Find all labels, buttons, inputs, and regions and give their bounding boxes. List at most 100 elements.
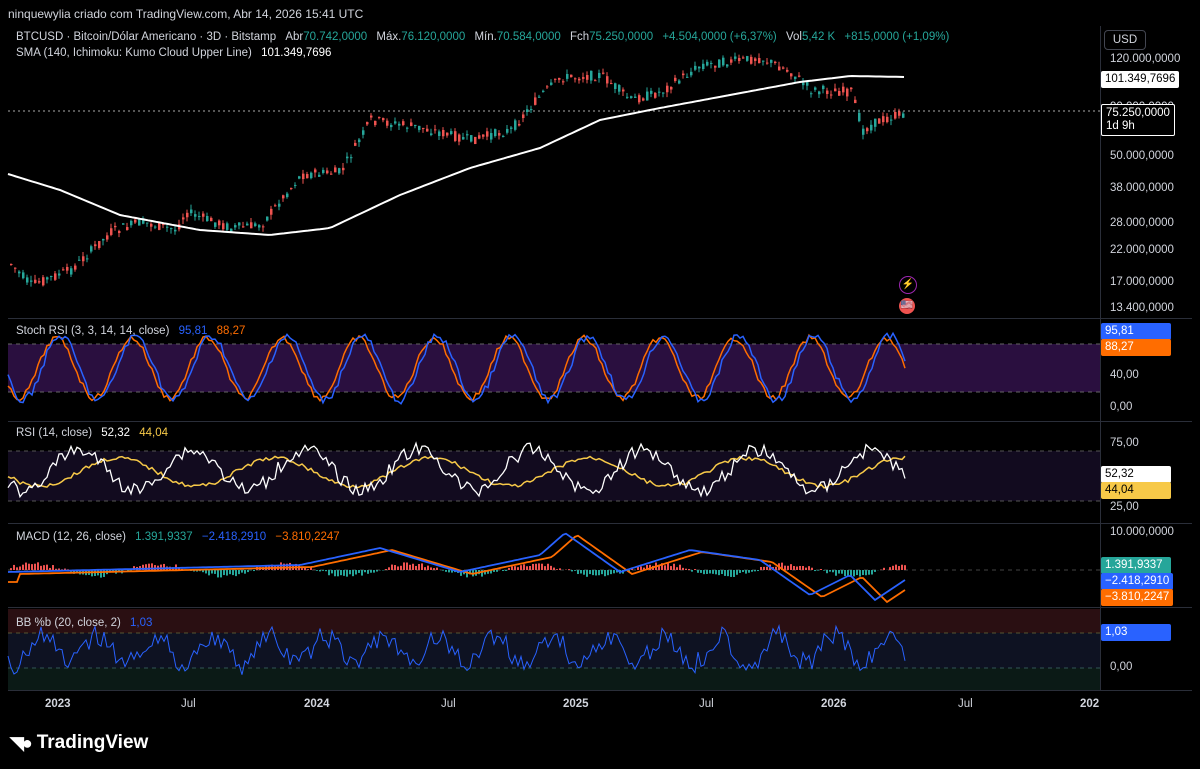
tradingview-logo[interactable]: ◥● TradingView xyxy=(10,732,148,754)
candle-body xyxy=(770,59,773,63)
macd-histogram-bar xyxy=(367,570,369,574)
lightning-icon[interactable]: ⚡ xyxy=(899,276,917,294)
candle-body xyxy=(86,258,89,260)
pane-divider[interactable] xyxy=(8,607,1192,608)
candle-body xyxy=(698,66,701,69)
macd-legend[interactable]: MACD (12, 26, close) 1.391,9337 −2.418,2… xyxy=(16,531,340,543)
macd-histogram-bar xyxy=(580,570,582,574)
macd-histogram-bar xyxy=(820,568,822,570)
pane-divider[interactable] xyxy=(8,523,1192,524)
candle-body xyxy=(354,142,357,146)
macd-histogram-bar xyxy=(241,570,243,573)
candle-body xyxy=(474,136,477,144)
macd-histogram-bar xyxy=(436,567,438,570)
macd-histogram-bar xyxy=(445,570,447,572)
open-label: Abr xyxy=(285,31,304,43)
candle-body xyxy=(750,56,753,64)
macd-histogram-bar xyxy=(349,570,351,575)
macd-histogram-bar xyxy=(715,570,717,575)
candle-body xyxy=(642,98,645,101)
macd-histogram-bar xyxy=(817,570,819,571)
candle-body xyxy=(82,256,85,262)
macd-histogram-bar xyxy=(247,570,249,573)
candle-body xyxy=(58,273,61,276)
candle-body xyxy=(866,128,869,132)
candle-body xyxy=(438,131,441,136)
macd-histogram-bar xyxy=(613,570,615,574)
macd-histogram-bar xyxy=(505,570,507,571)
macd-histogram-bar xyxy=(805,567,807,570)
pane-divider[interactable] xyxy=(8,318,1192,319)
candle-body xyxy=(882,116,885,123)
candle-body xyxy=(182,217,185,220)
candle-body xyxy=(574,78,577,80)
candle-body xyxy=(722,57,725,66)
candle-body xyxy=(674,77,677,81)
pane-divider[interactable] xyxy=(8,421,1192,422)
candle-body xyxy=(258,225,261,228)
candle-body xyxy=(486,131,489,137)
candle-body xyxy=(394,121,397,124)
candle-body xyxy=(274,205,277,207)
candle-body xyxy=(502,135,505,137)
candle-body xyxy=(110,228,113,235)
rsi-legend[interactable]: RSI (14, close) 52,32 44,04 xyxy=(16,427,168,439)
us-flag-event-icon[interactable]: 🇺🇸 xyxy=(899,298,915,314)
macd-histogram-bar xyxy=(784,565,786,570)
macd-histogram-bar xyxy=(598,570,600,576)
stoch-band xyxy=(8,344,1100,392)
macd-histogram-bar xyxy=(889,567,891,570)
symbol-legend[interactable]: BTCUSD · Bitcoin/Dólar Americano · 3D · … xyxy=(16,31,949,43)
time-axis-divider xyxy=(8,690,1192,691)
rsi-tick: 25,00 xyxy=(1110,501,1139,513)
candle-body xyxy=(54,273,57,280)
macd-histogram-bar xyxy=(391,564,393,570)
candle-body xyxy=(826,90,829,94)
macd-histogram-bar xyxy=(214,570,216,574)
macd-hist-tag: 1.391,9337 xyxy=(1101,557,1171,574)
time-tick: 2023 xyxy=(45,698,71,710)
candle-body xyxy=(490,133,493,140)
candle-body xyxy=(70,268,73,275)
candle-body xyxy=(62,269,65,271)
macd-histogram-bar xyxy=(334,570,336,577)
macd-histogram-bar xyxy=(574,570,576,571)
candle-body xyxy=(166,226,169,228)
macd-histogram-bar xyxy=(433,568,435,570)
macd-histogram-bar xyxy=(766,566,768,570)
candle-body xyxy=(758,58,761,64)
candle-body xyxy=(842,86,845,93)
macd-histogram-bar xyxy=(799,565,801,570)
candle-body xyxy=(594,80,597,82)
chart-canvas[interactable] xyxy=(0,0,1200,769)
candle-body xyxy=(198,216,201,218)
candle-body xyxy=(414,124,417,127)
macd-histogram-bar xyxy=(400,565,402,570)
candle-body xyxy=(686,76,689,78)
macd-histogram-bar xyxy=(355,570,357,575)
candle-body xyxy=(362,130,365,135)
currency-button[interactable]: USD xyxy=(1104,30,1146,50)
macd-line-tag: −2.418,2910 xyxy=(1101,573,1174,590)
macd-histogram-bar xyxy=(793,565,795,570)
bb-legend[interactable]: BB %b (20, close, 2) 1,03 xyxy=(16,617,152,629)
sma-legend[interactable]: SMA (140, Ichimoku: Kumo Cloud Upper Lin… xyxy=(16,47,331,59)
time-tick: 2024 xyxy=(304,698,330,710)
macd-histogram-bar xyxy=(721,570,723,575)
candle-body xyxy=(734,56,737,59)
candle-body xyxy=(862,128,865,135)
macd-histogram-bar xyxy=(787,565,789,570)
macd-histogram-bar xyxy=(55,568,57,570)
macd-histogram-bar xyxy=(253,570,255,572)
macd-histogram-bar xyxy=(640,566,642,570)
candle-body xyxy=(318,174,321,177)
candle-body xyxy=(578,78,581,81)
candle-body xyxy=(706,61,709,66)
macd-histogram-bar xyxy=(232,570,234,576)
candle-body xyxy=(106,235,109,240)
macd-tick: 10.000,0000 xyxy=(1110,526,1174,538)
macd-histogram-bar xyxy=(226,570,228,576)
stoch-legend[interactable]: Stoch RSI (3, 3, 14, 14, close) 95,81 88… xyxy=(16,325,245,337)
candle-body xyxy=(566,74,569,79)
macd-histogram-bar xyxy=(904,565,906,570)
